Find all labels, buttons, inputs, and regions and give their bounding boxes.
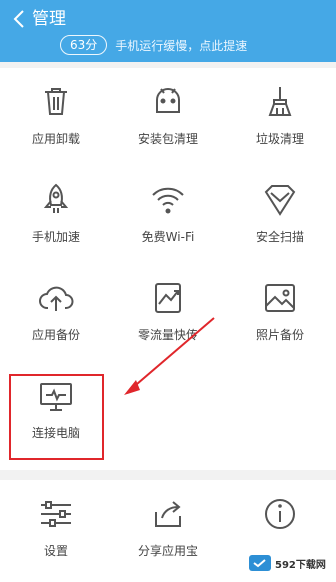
- tool-junk-cleanup[interactable]: 垃圾清理: [224, 68, 336, 166]
- settings-button[interactable]: 设置: [0, 480, 112, 578]
- watermark-text: 592下载网: [275, 559, 326, 571]
- share-icon: [155, 501, 181, 527]
- speedup-tip: 手机运行缓慢，点此提速: [115, 38, 248, 53]
- tool-app-backup[interactable]: 应用备份: [0, 264, 112, 362]
- tool-free-wifi[interactable]: 免费Wi-Fi: [112, 166, 224, 264]
- tool-package-cleanup[interactable]: 安装包清理: [112, 68, 224, 166]
- cloud-upload-icon: [39, 286, 74, 311]
- tool-label: 照片备份: [255, 328, 304, 342]
- transfer-icon: [155, 283, 181, 313]
- info-icon: [265, 499, 295, 529]
- tool-label: 零流量快传: [137, 328, 198, 342]
- page-title: 管理: [32, 9, 66, 29]
- tool-phone-speedup[interactable]: 手机加速: [0, 166, 112, 264]
- score-badge: 63分: [60, 35, 108, 55]
- sliders-icon: [41, 501, 71, 527]
- android-icon: [156, 88, 180, 113]
- broom-icon: [268, 87, 292, 116]
- photo-icon: [265, 284, 295, 312]
- watermark-logo-icon: [249, 555, 271, 571]
- tool-label: 垃圾清理: [255, 132, 304, 146]
- tool-label: 手机加速: [31, 230, 80, 244]
- tool-security-scan[interactable]: 安全扫描: [224, 166, 336, 264]
- tool-label: 应用备份: [31, 328, 80, 342]
- speedup-banner[interactable]: 63分 手机运行缓慢，点此提速: [60, 34, 247, 56]
- tool-label: 安全扫描: [255, 230, 304, 244]
- chevron-left-icon: [13, 10, 24, 28]
- share-button[interactable]: 分享应用宝: [112, 480, 224, 578]
- bottom-label: 设置: [43, 544, 68, 558]
- tool-uninstall[interactable]: 应用卸载: [0, 68, 112, 166]
- tool-photo-backup[interactable]: 照片备份: [224, 264, 336, 362]
- watermark: 592下载网: [248, 552, 328, 574]
- wifi-icon: [152, 187, 184, 214]
- tool-label: 应用卸载: [31, 132, 80, 146]
- trash-icon: [45, 88, 67, 115]
- back-button[interactable]: [8, 6, 30, 32]
- tool-label: 免费Wi-Fi: [141, 230, 195, 244]
- tool-label: 安装包清理: [137, 132, 198, 146]
- bottom-label: 分享应用宝: [137, 544, 198, 558]
- tool-zero-traffic-transfer[interactable]: 零流量快传: [112, 264, 224, 362]
- rocket-icon: [43, 183, 69, 213]
- top-bar: 管理 63分 手机运行缓慢，点此提速: [0, 0, 336, 62]
- shield-icon: [264, 185, 296, 216]
- highlight-box: [9, 374, 104, 460]
